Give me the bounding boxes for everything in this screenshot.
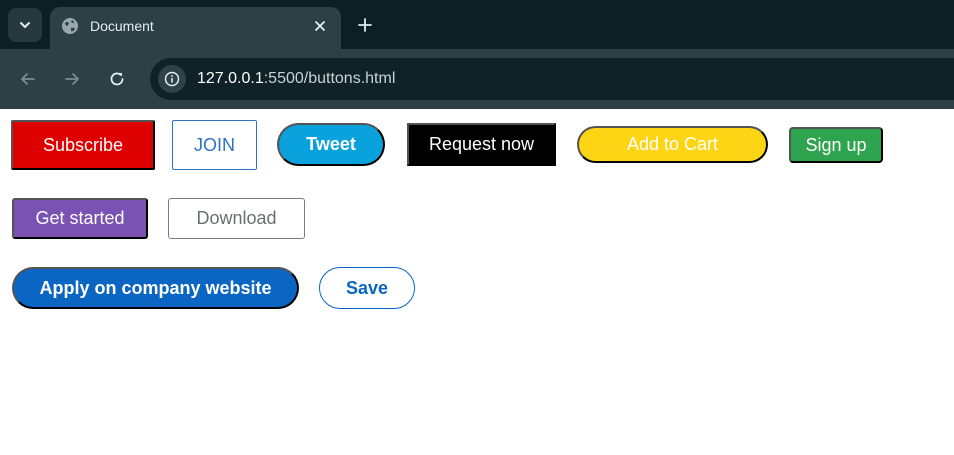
arrow-left-icon: [21, 73, 35, 85]
address-bar[interactable]: 127.0.0.1:5500/buttons.html: [150, 58, 954, 100]
arrow-right-icon: [65, 73, 79, 85]
save-button[interactable]: Save: [319, 267, 415, 309]
browser-tab[interactable]: Document: [50, 7, 341, 49]
browser-toolbar: 127.0.0.1:5500/buttons.html: [0, 49, 954, 109]
sign-up-button[interactable]: Sign up: [789, 127, 883, 163]
globe-icon: [62, 18, 78, 34]
subscribe-button[interactable]: Subscribe: [11, 120, 155, 170]
tab-title: Document: [90, 18, 154, 34]
get-started-button[interactable]: Get started: [12, 198, 148, 239]
tab-strip: Document: [0, 0, 954, 49]
browser-chrome: Document 127.0.0.1:5500/buttons.html: [0, 0, 954, 109]
url-host: 127.0.0.1: [197, 70, 264, 87]
new-tab-button[interactable]: [354, 14, 376, 36]
info-icon: [164, 71, 180, 87]
url-text: 127.0.0.1:5500/buttons.html: [197, 69, 395, 89]
tab-close-button[interactable]: [311, 17, 329, 35]
tab-search-button[interactable]: [8, 8, 42, 42]
forward-button[interactable]: [60, 67, 84, 91]
apply-on-company-website-button[interactable]: Apply on company website: [12, 267, 299, 309]
back-button[interactable]: [16, 67, 40, 91]
reload-icon: [110, 72, 124, 86]
request-now-button[interactable]: Request now: [407, 123, 556, 166]
tweet-button[interactable]: Tweet: [277, 123, 385, 166]
url-path: :5500/buttons.html: [263, 70, 396, 87]
page-content: Subscribe JOIN Tweet Request now Add to …: [0, 109, 954, 455]
reload-button[interactable]: [105, 67, 129, 91]
add-to-cart-button[interactable]: Add to Cart: [577, 126, 768, 163]
site-info-button[interactable]: [158, 65, 186, 93]
download-button[interactable]: Download: [168, 198, 305, 239]
chevron-down-icon: [20, 22, 30, 28]
join-button[interactable]: JOIN: [172, 120, 257, 170]
close-icon: [315, 21, 325, 31]
plus-icon: [358, 18, 372, 32]
